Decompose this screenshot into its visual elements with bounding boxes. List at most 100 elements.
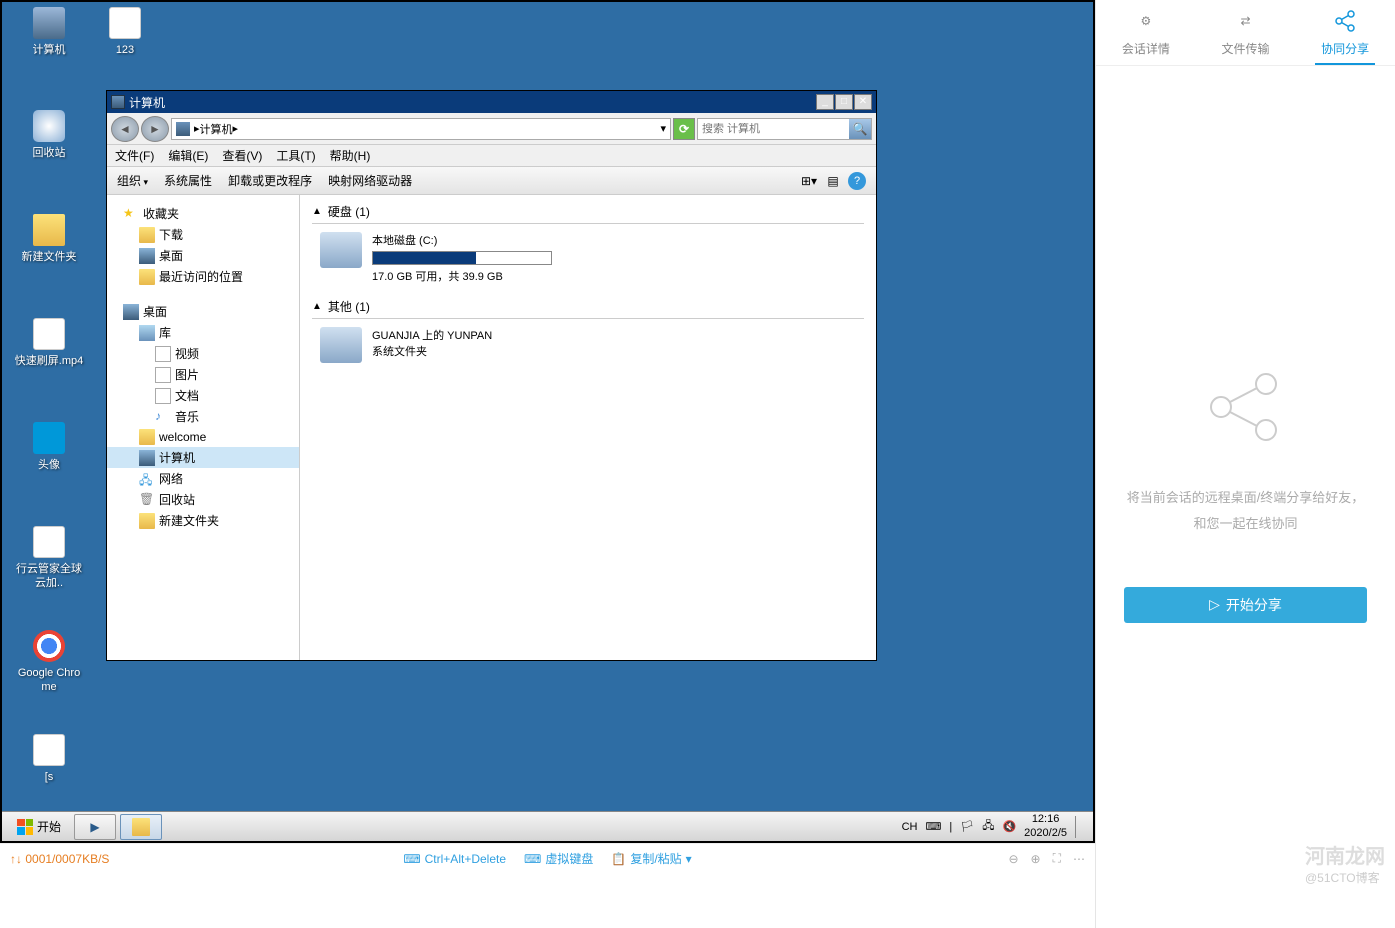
minimize-button[interactable]: _ — [816, 94, 834, 110]
tree-network[interactable]: 🖧网络 — [107, 468, 299, 489]
drive-c[interactable]: 本地磁盘 (C:) 17.0 GB 可用，共 39.9 GB — [312, 230, 864, 298]
clipboard-icon: 📋 — [611, 852, 626, 866]
category-other[interactable]: ▲其他 (1) — [312, 298, 864, 319]
tree-desktop[interactable]: 桌面 — [107, 301, 299, 322]
refresh-button[interactable]: ⟳ — [673, 118, 695, 140]
tree-recent[interactable]: 最近访问的位置 — [107, 266, 299, 287]
menu-file[interactable]: 文件(F) — [115, 147, 154, 164]
tree-pictures[interactable]: 图片 — [107, 364, 299, 385]
zoom-out-button[interactable]: ⊖ — [1008, 852, 1018, 866]
toolbar: 组织 系统属性 卸载或更改程序 映射网络驱动器 ⊞▾ ▤ ? — [107, 167, 876, 195]
titlebar[interactable]: 计算机 _ □ ✕ — [107, 91, 876, 113]
organize-button[interactable]: 组织 — [117, 172, 148, 189]
tree-video[interactable]: 视频 — [107, 343, 299, 364]
tray-icon-sound[interactable]: 🔇 — [1002, 820, 1016, 833]
tree-newfolder[interactable]: 新建文件夹 — [107, 510, 299, 531]
bottom-control-bar: ↑↓ 0001/0007KB/S ⌨Ctrl+Alt+Delete ⌨虚拟键盘 … — [0, 843, 1095, 873]
tree-computer[interactable]: 计算机 — [107, 447, 299, 468]
nav-bar: ◄ ► ▸ 计算机 ▸▾ ⟳ 🔍 — [107, 113, 876, 145]
help-button[interactable]: ? — [848, 172, 866, 190]
transfer-icon: ⇄ — [1233, 8, 1259, 34]
drive-status: 17.0 GB 可用，共 39.9 GB — [372, 268, 552, 284]
tray-icon-flag[interactable]: 🏳 — [960, 820, 974, 833]
mapnet-button[interactable]: 映射网络驱动器 — [328, 172, 412, 189]
tray-lang[interactable]: CH — [902, 821, 918, 833]
desktop-ls-icon[interactable]: [s — [14, 734, 84, 784]
tray-date[interactable]: 2020/2/5 — [1024, 827, 1067, 840]
desktop-mp4-icon[interactable]: 快速刷屏.mp4 — [14, 318, 84, 368]
watermark: 河南龙网 @51CTO博客 — [1305, 840, 1385, 886]
clipboard-button[interactable]: 📋复制/粘贴 ▾ — [611, 850, 691, 867]
icon-label: Google Chrome — [14, 666, 84, 695]
more-button[interactable]: ⋯ — [1073, 852, 1085, 866]
taskbar: 开始 ▶ CH ⌨ | 🏳 🖧 🔇 12:162020/2/5 — [2, 811, 1093, 841]
icon-label: 头像 — [14, 458, 84, 472]
show-desktop[interactable] — [1075, 816, 1085, 838]
tree-docs[interactable]: 文档 — [107, 385, 299, 406]
netfolder-icon — [320, 327, 362, 363]
close-button[interactable]: ✕ — [854, 94, 872, 110]
tab-file-transfer[interactable]: ⇄文件传输 — [1196, 0, 1296, 65]
search-icon[interactable]: 🔍 — [849, 119, 871, 139]
tree-favorites[interactable]: ★收藏夹 — [107, 203, 299, 224]
sysprops-button[interactable]: 系统属性 — [164, 172, 212, 189]
tab-session-details[interactable]: ⚙会话详情 — [1096, 0, 1196, 65]
desktop-avatar-icon[interactable]: 头像 — [14, 422, 84, 472]
menu-bar: 文件(F) 编辑(E) 查看(V) 工具(T) 帮助(H) — [107, 145, 876, 167]
tree-desktop-fav[interactable]: 桌面 — [107, 245, 299, 266]
keyboard-icon: ⌨ — [403, 852, 420, 866]
view-mode-button[interactable]: ⊞▾ — [800, 172, 818, 190]
tray-time[interactable]: 12:16 — [1024, 813, 1067, 826]
menu-tools[interactable]: 工具(T) — [276, 147, 315, 164]
tree-music[interactable]: ♪音乐 — [107, 406, 299, 427]
traffic-indicator: ↑↓ 0001/0007KB/S — [10, 852, 109, 866]
icon-label: 新建文件夹 — [14, 250, 84, 264]
network-folder[interactable]: GUANJIA 上的 YUNPAN 系统文件夹 — [312, 325, 864, 377]
icon-label: 回收站 — [14, 146, 84, 160]
tray-icon-net[interactable]: 🖧 — [982, 817, 994, 836]
icon-label: 123 — [90, 43, 160, 57]
start-share-button[interactable]: ▷开始分享 — [1124, 587, 1367, 623]
desktop-chrome-icon[interactable]: Google Chrome — [14, 630, 84, 695]
tree-recycle[interactable]: 🗑回收站 — [107, 489, 299, 510]
desktop-folder-icon[interactable]: 新建文件夹 — [14, 214, 84, 264]
keyboard-icon: ⌨ — [524, 852, 541, 866]
desktop-txt-icon[interactable]: 123 — [90, 7, 160, 57]
menu-view[interactable]: 查看(V) — [222, 147, 262, 164]
drive-progress — [372, 251, 552, 265]
cad-button[interactable]: ⌨Ctrl+Alt+Delete — [403, 850, 506, 867]
share-icon — [1332, 8, 1358, 34]
desktop-cloud-icon[interactable]: 行云管家全球云加.. — [14, 526, 84, 591]
computer-icon — [111, 95, 125, 109]
preview-pane-button[interactable]: ▤ — [824, 172, 842, 190]
netfolder-label: GUANJIA 上的 YUNPAN — [372, 327, 492, 343]
task-powershell[interactable]: ▶ — [74, 814, 116, 840]
drive-label: 本地磁盘 (C:) — [372, 232, 552, 248]
explorer-window: 计算机 _ □ ✕ ◄ ► ▸ 计算机 ▸▾ ⟳ 🔍 文件(F) 编辑 — [106, 90, 877, 661]
desktop-recycle-icon[interactable]: 回收站 — [14, 110, 84, 160]
start-button[interactable]: 开始 — [6, 815, 72, 839]
task-explorer[interactable] — [120, 814, 162, 840]
search-box[interactable]: 🔍 — [697, 118, 872, 140]
search-input[interactable] — [698, 123, 849, 135]
vkeyboard-button[interactable]: ⌨虚拟键盘 — [524, 850, 593, 867]
desktop-computer-icon[interactable]: 计算机 — [14, 7, 84, 57]
menu-help[interactable]: 帮助(H) — [330, 147, 371, 164]
fullscreen-button[interactable]: ⛶ — [1053, 851, 1061, 866]
category-drives[interactable]: ▲硬盘 (1) — [312, 203, 864, 224]
tree-library[interactable]: 库 — [107, 322, 299, 343]
address-bar[interactable]: ▸ 计算机 ▸▾ — [171, 118, 671, 140]
icon-label: 行云管家全球云加.. — [14, 562, 84, 591]
tree-downloads[interactable]: 下载 — [107, 224, 299, 245]
tray-ime[interactable]: ⌨ — [925, 820, 941, 833]
tree-welcome[interactable]: welcome — [107, 427, 299, 447]
tray: CH ⌨ | 🏳 🖧 🔇 12:162020/2/5 — [902, 813, 1089, 839]
maximize-button[interactable]: □ — [835, 94, 853, 110]
tab-collab-share[interactable]: 协同分享 — [1295, 0, 1395, 65]
back-button[interactable]: ◄ — [111, 116, 139, 142]
uninstall-button[interactable]: 卸载或更改程序 — [228, 172, 312, 189]
zoom-in-button[interactable]: ⊕ — [1031, 852, 1041, 866]
computer-icon — [176, 122, 190, 136]
forward-button[interactable]: ► — [141, 116, 169, 142]
menu-edit[interactable]: 编辑(E) — [168, 147, 208, 164]
